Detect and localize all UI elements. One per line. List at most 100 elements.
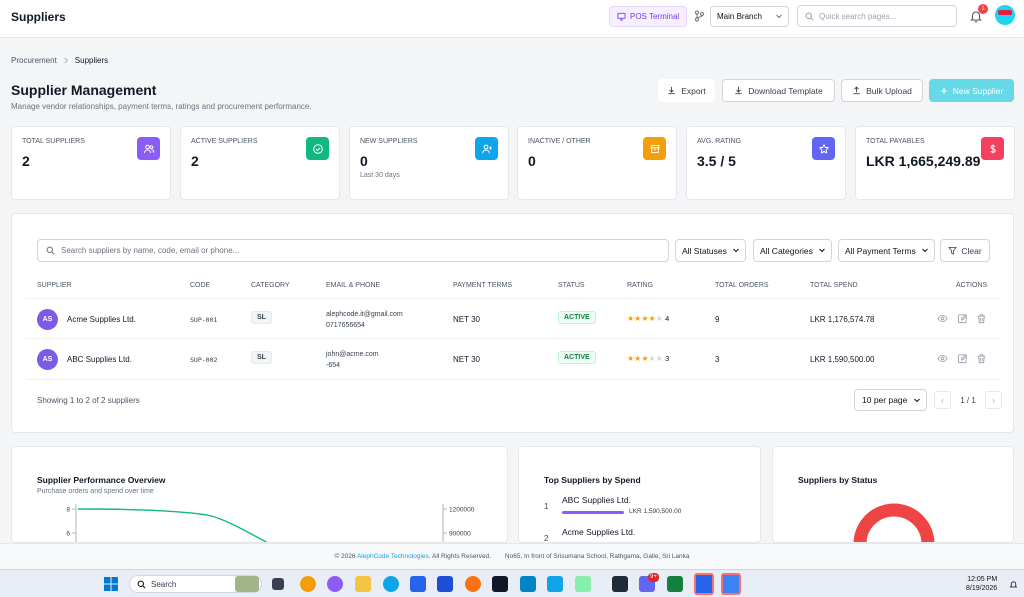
rating: ★★★★★ 3 (627, 354, 669, 363)
status-badge: ACTIVE (558, 351, 596, 364)
top-supplier-name: ABC Supplies Ltd. (562, 495, 631, 505)
view-icon[interactable] (937, 313, 948, 324)
store-icon[interactable] (410, 576, 426, 592)
download-template-button[interactable]: Download Template (722, 79, 835, 102)
top-supplier-name: Acme Supplies Ltd. (562, 527, 636, 537)
stat-card-inactive: Inactive / Other 0 (517, 126, 677, 200)
breadcrumb-procurement[interactable]: Procurement (11, 56, 57, 65)
breadcrumb-current: Suppliers (74, 56, 109, 65)
rating-stars: ★★★★★ (627, 354, 663, 363)
avatar[interactable] (995, 5, 1015, 25)
excel-icon[interactable] (667, 576, 683, 592)
user-plus-icon (475, 137, 498, 160)
edit-icon[interactable] (957, 353, 968, 364)
quick-search-input[interactable]: Quick search pages... (797, 5, 957, 27)
firefox-icon[interactable] (465, 576, 481, 592)
jetbrains-icon[interactable] (492, 576, 508, 592)
edge-icon[interactable] (383, 576, 399, 592)
star-icon (812, 137, 835, 160)
outlook-icon[interactable] (437, 576, 453, 592)
chevron-down-icon (922, 248, 928, 253)
page-subtitle: Manage vendor relationships, payment ter… (11, 102, 312, 111)
trash-icon[interactable] (976, 353, 987, 364)
supplier-search-input[interactable]: Search suppliers by name, code, email or… (37, 239, 669, 262)
stat-card-total-payables: Total Payables LKR 1,665,249.89 (855, 126, 1015, 200)
notepad-icon[interactable] (575, 576, 591, 592)
top-bar: Suppliers POS Terminal Main Branch Quick… (0, 0, 1024, 38)
app-title: Suppliers (11, 10, 66, 24)
notification-center-icon[interactable] (1009, 580, 1018, 589)
status-filter-select[interactable]: All Statuses (675, 239, 746, 262)
remote-desktop-icon[interactable] (520, 576, 536, 592)
new-supplier-label: New Supplier (952, 85, 1004, 96)
stat-card-new-suppliers: New Suppliers 0 Last 30 days (349, 126, 509, 200)
supplier-search-placeholder: Search suppliers by name, code, email or… (61, 246, 240, 255)
payment-terms: NET 30 (453, 355, 480, 364)
trash-icon[interactable] (976, 313, 987, 324)
active-app-icon[interactable] (694, 573, 714, 595)
table-row[interactable]: AS Acme Supplies Ltd. SUP-001 SL alephco… (26, 298, 1001, 339)
category-filter-value: All Categories (760, 245, 813, 256)
status-donut-active-slice (853, 503, 935, 542)
archive-icon (643, 137, 666, 160)
file-explorer-icon[interactable] (355, 576, 371, 592)
per-page-select[interactable]: 10 per page (854, 389, 927, 411)
chevron-left-icon: ‹ (941, 395, 944, 405)
status-filter-value: All Statuses (682, 245, 727, 256)
prev-page-button[interactable]: ‹ (934, 391, 951, 409)
stat-value: LKR 1,665,249.89 (866, 153, 981, 169)
branch-select[interactable]: Main Branch (710, 6, 789, 27)
supplier-name[interactable]: Acme Supplies Ltd. (67, 315, 136, 324)
supplier-phone: -654 (326, 362, 341, 369)
right-tick-label: 900000 (449, 531, 471, 538)
bulk-upload-button[interactable]: Bulk Upload (841, 79, 923, 102)
table-row[interactable]: AS ABC Supplies Ltd. SUP-002 SL john@acm… (26, 339, 1001, 380)
edit-icon[interactable] (957, 313, 968, 324)
task-view-icon[interactable] (272, 578, 284, 590)
plus-icon (940, 87, 947, 94)
performance-chart: 8 6 1200000 900000 (66, 504, 475, 542)
category-filter-select[interactable]: All Categories (753, 239, 832, 262)
rating: ★★★★★ 4 (627, 314, 669, 323)
clear-filters-button[interactable]: Clear (940, 239, 990, 262)
check-circle-icon (306, 137, 329, 160)
export-button[interactable]: Export (658, 79, 715, 102)
category-chip: SL (251, 351, 272, 364)
next-page-button[interactable]: › (984, 391, 1002, 409)
branch-value: Main Branch (717, 12, 762, 21)
total-spend: LKR 1,176,574.78 (810, 315, 875, 324)
copilot-icon[interactable] (327, 576, 343, 592)
filter-icon (948, 246, 957, 255)
stat-card-avg-rating: Avg. Rating 3.5 / 5 (686, 126, 846, 200)
search-icon (46, 246, 55, 255)
active-app-icon[interactable] (721, 573, 741, 595)
stat-hint: Last 30 days (360, 172, 400, 179)
windows-start-icon[interactable] (104, 577, 118, 591)
supplier-avatar: AS (37, 349, 58, 370)
footer-copyright: © 2026 AlephCode Technologies. All Right… (334, 553, 490, 560)
taskbar-clock[interactable]: 12:05 PM 8/19/2026 (966, 575, 997, 593)
widgets-icon[interactable] (235, 576, 259, 592)
pos-terminal-label: POS Terminal (630, 12, 680, 21)
stat-card-total-suppliers: Total Suppliers 2 (11, 126, 171, 200)
rating-value: 4 (665, 314, 670, 323)
new-supplier-button[interactable]: New Supplier (929, 79, 1014, 102)
supplier-code: SUP-001 (190, 316, 218, 324)
teams-badge: 9+ (648, 573, 659, 582)
vscode-icon[interactable] (547, 576, 563, 592)
per-page-value: 10 per page (862, 395, 908, 405)
payment-terms-filter-select[interactable]: All Payment Terms (838, 239, 935, 262)
showing-text: Showing 1 to 2 of 2 suppliers (37, 396, 140, 405)
supplier-name[interactable]: ABC Supplies Ltd. (67, 355, 132, 364)
chrome-icon[interactable] (300, 576, 316, 592)
footer-brand-link[interactable]: AlephCode Technologies (357, 553, 429, 560)
chevron-down-icon (914, 398, 920, 403)
terminal-icon[interactable] (612, 576, 628, 592)
chevron-down-icon (819, 248, 825, 253)
stat-value: 2 (22, 153, 30, 169)
view-icon[interactable] (937, 353, 948, 364)
pos-terminal-button[interactable]: POS Terminal (609, 6, 687, 27)
performance-card: Supplier Performance Overview Purchase o… (11, 446, 508, 543)
notification-badge: 1 (978, 4, 988, 14)
status-card: Suppliers by Status (772, 446, 1014, 543)
